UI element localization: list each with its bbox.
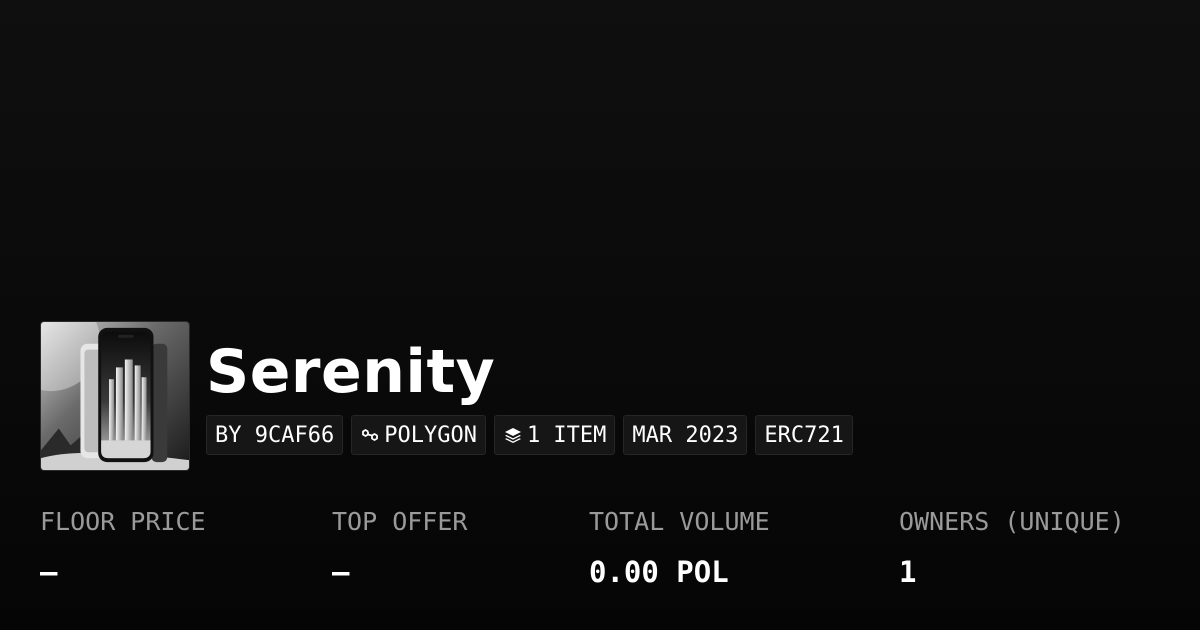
owners-label: OWNERS (UNIQUE) (899, 507, 1125, 536)
total-volume-value: 0.00 POL (589, 555, 729, 589)
floor-price-label: FLOOR PRICE (40, 507, 206, 536)
total-volume-label: TOTAL VOLUME (589, 507, 770, 536)
smartphone-cityscape-image (41, 322, 189, 470)
polygon-icon (360, 425, 380, 445)
stat-owners: OWNERS (UNIQUE) 1 (899, 504, 1125, 590)
owners-value: 1 (899, 555, 917, 589)
floor-price-value: – (40, 555, 58, 589)
date-tag: MAR 2023 (623, 415, 748, 455)
collection-title: Serenity (206, 337, 496, 407)
items-label: 1 ITEM (526, 422, 607, 448)
collection-stats: FLOOR PRICE – TOP OFFER – TOTAL VOLUME 0… (0, 504, 1200, 604)
top-offer-value: – (332, 555, 350, 589)
top-offer-label: TOP OFFER (332, 507, 468, 536)
date-label: MAR 2023 (632, 422, 739, 448)
collection-tags: BY 9CAF66 POLYGON 1 ITEM MAR 2023 ERC721 (206, 415, 853, 455)
layers-icon (503, 425, 523, 445)
standard-label: ERC721 (764, 422, 844, 448)
items-tag[interactable]: 1 ITEM (493, 415, 616, 455)
creator-tag[interactable]: BY 9CAF66 (206, 415, 344, 455)
creator-label: BY 9CAF66 (215, 422, 335, 448)
collection-thumbnail (40, 321, 190, 471)
chain-label: POLYGON (384, 422, 477, 448)
chain-tag[interactable]: POLYGON (351, 415, 486, 455)
stat-total-volume: TOTAL VOLUME 0.00 POL (589, 504, 770, 590)
stat-top-offer: TOP OFFER – (332, 504, 467, 590)
standard-tag: ERC721 (755, 415, 853, 455)
stat-floor-price: FLOOR PRICE – (40, 504, 206, 590)
